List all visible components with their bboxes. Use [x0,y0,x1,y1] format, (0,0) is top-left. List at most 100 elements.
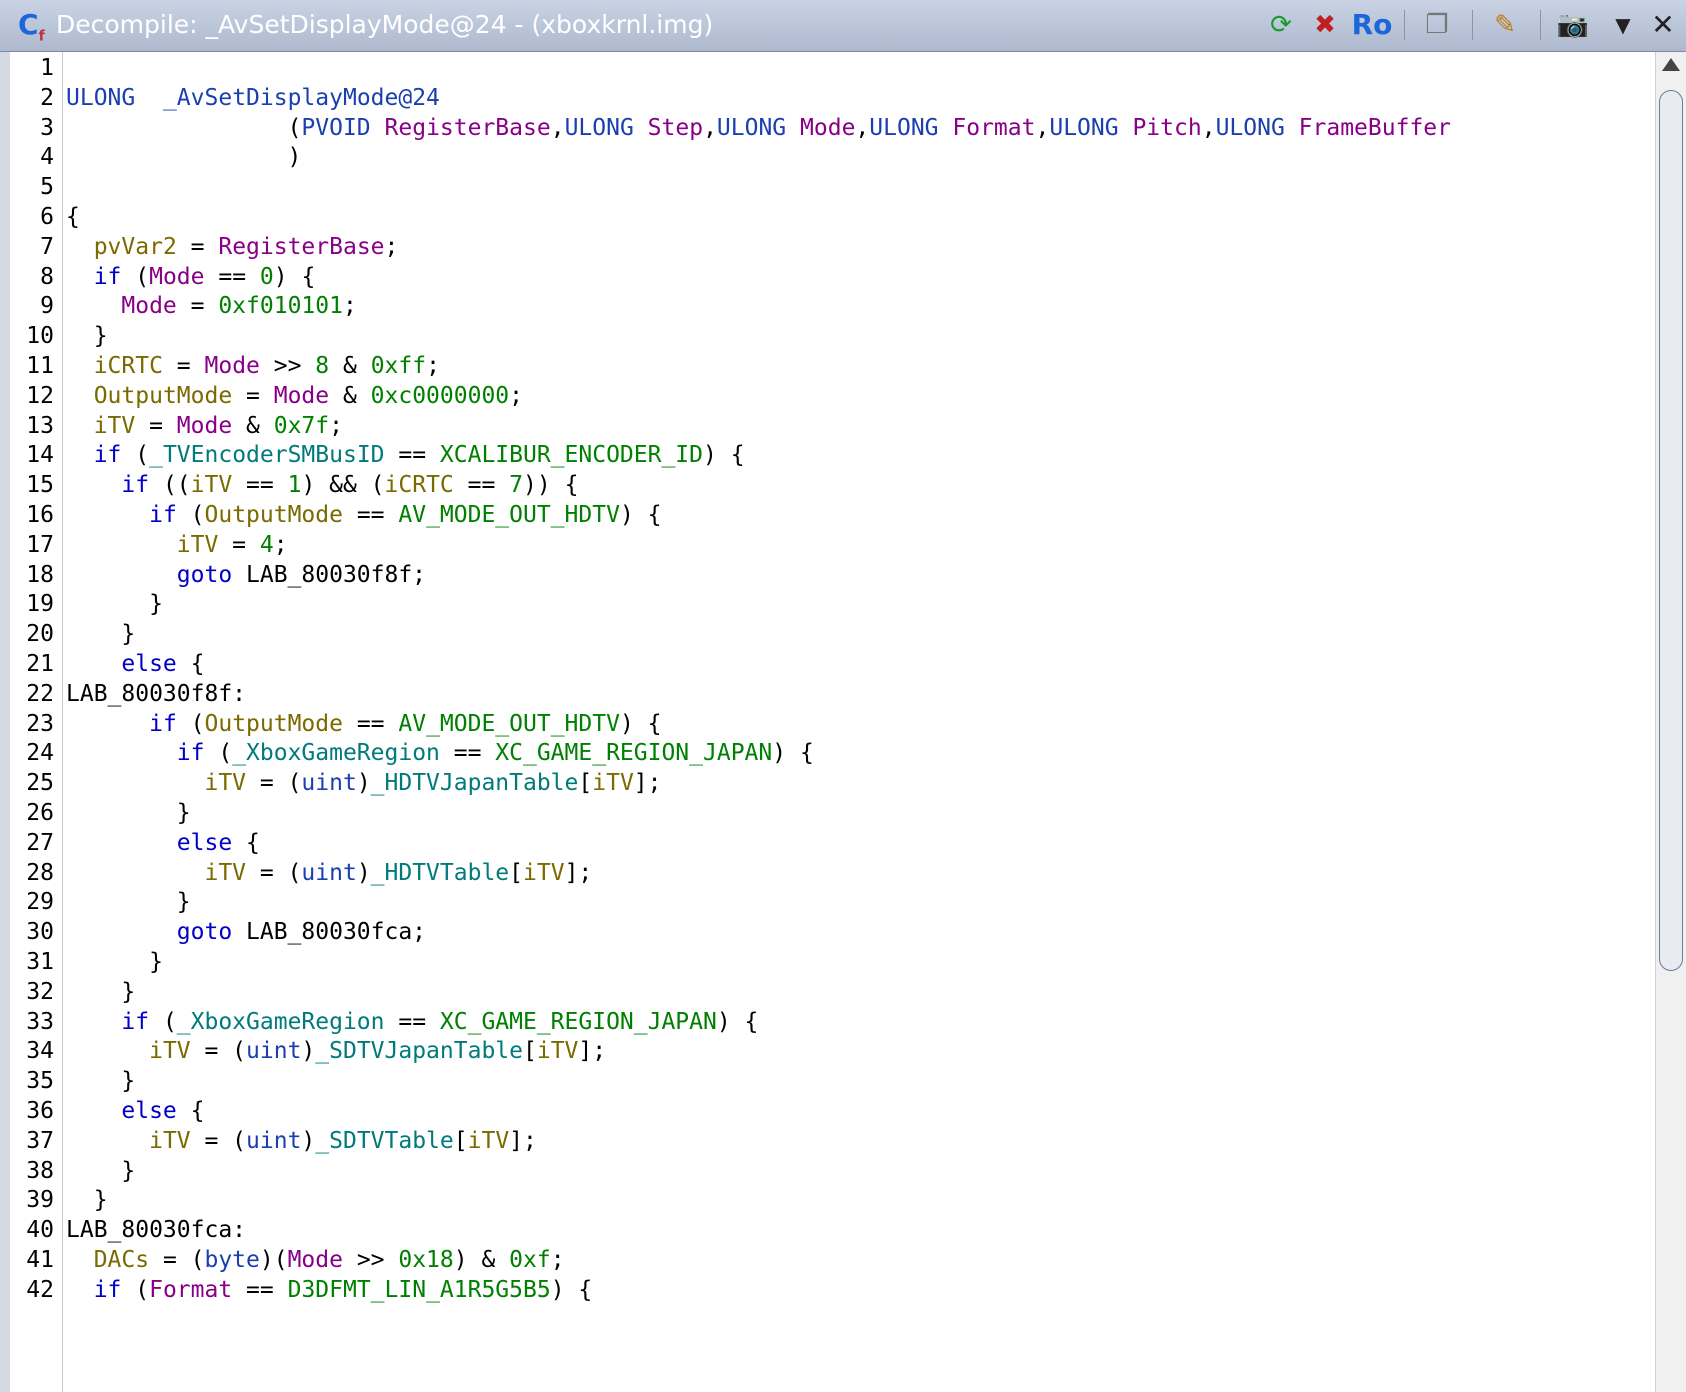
code-token[interactable]: Mode [274,383,329,409]
code-token[interactable]: iTV [204,860,246,886]
code-line[interactable]: if ((iTV == 1) && (iCRTC == 7)) { [66,469,578,501]
code-token[interactable]: uint [301,770,356,796]
code-line[interactable]: ULONG _AvSetDisplayMode@24 [66,82,440,114]
code-line[interactable]: } [66,946,163,978]
code-token[interactable]: byte [204,1247,259,1273]
code-token[interactable]: uint [301,860,356,886]
code-token[interactable]: iTV [537,1038,579,1064]
code-token[interactable]: XC_GAME_REGION_JAPAN [495,740,772,766]
code-token[interactable]: Step [648,115,703,141]
code-token[interactable]: 0xf [509,1247,551,1273]
code-token[interactable]: iTV [94,413,136,439]
code-token[interactable]: iCRTC [94,353,163,379]
code-token[interactable]: Format [952,115,1035,141]
code-token[interactable]: ULONG [1216,115,1285,141]
code-line[interactable]: { [66,201,80,233]
disable-snapshot-icon[interactable]: ✖ [1306,6,1344,44]
code-token[interactable]: XCALIBUR_ENCODER_ID [440,442,703,468]
code-token[interactable]: pvVar2 [94,234,177,260]
code-token[interactable]: 8 [315,353,329,379]
code-token[interactable]: 0x18 [398,1247,453,1273]
code-line[interactable]: } [66,976,135,1008]
code-line[interactable]: iTV = 4; [66,529,288,561]
code-token[interactable]: _XboxGameRegion [232,740,440,766]
code-token[interactable]: uint [246,1128,301,1154]
code-line[interactable]: OutputMode = Mode & 0xc0000000; [66,380,523,412]
code-line[interactable]: } [66,618,135,650]
code-token[interactable]: OutputMode [205,711,343,737]
code-line[interactable]: else { [66,1095,204,1127]
code-token[interactable]: ULONG [565,115,634,141]
code-token[interactable]: 0 [260,264,274,290]
code-line[interactable]: iCRTC = Mode >> 8 & 0xff; [66,350,440,382]
code-token[interactable]: _TVEncoderSMBusID [149,442,384,468]
code-token[interactable]: RegisterBase [385,115,551,141]
code-token[interactable]: Pitch [1132,115,1201,141]
code-token[interactable]: PVOID [301,115,370,141]
code-token[interactable]: iTV [177,532,219,558]
code-token[interactable]: Mode [177,413,232,439]
code-token[interactable]: iTV [468,1128,510,1154]
code-token[interactable]: DACs [94,1247,149,1273]
code-line[interactable]: LAB_80030f8f: [66,678,246,710]
code-token[interactable]: OutputMode [94,383,232,409]
code-token[interactable]: Mode [288,1247,343,1273]
code-token[interactable]: Format [149,1277,232,1303]
close-icon[interactable]: ✕ [1644,6,1682,44]
code-token[interactable]: ULONG [1049,115,1118,141]
code-token[interactable]: 0xff [371,353,426,379]
code-token[interactable]: _SDTVTable [315,1128,453,1154]
code-line[interactable]: if (Mode == 0) { [66,261,316,293]
code-line[interactable]: iTV = (uint)_HDTVJapanTable[iTV]; [66,767,661,799]
code-token[interactable]: iTV [523,860,565,886]
code-token[interactable]: 0x7f [274,413,329,439]
code-line[interactable]: } [66,320,108,352]
code-line[interactable]: Mode = 0xf010101; [66,290,356,322]
code-line[interactable]: else { [66,648,204,680]
code-token[interactable]: 4 [260,532,274,558]
code-token[interactable]: Mode [149,264,204,290]
code-token[interactable]: _HDTVTable [371,860,509,886]
code-line[interactable]: } [66,1184,108,1216]
code-token[interactable]: ULONG [869,115,938,141]
code-token[interactable]: 0xc0000000 [371,383,509,409]
code-token[interactable]: 7 [509,472,523,498]
code-line[interactable]: ) [66,141,302,173]
vertical-scrollbar[interactable] [1655,52,1686,1392]
decompiler-code-view[interactable]: 1 2 3 4 5 6 7 8 9 10 11 12 13 14 15 16 17 18 19 20 21 22 23 24 2… [0,52,1686,1392]
code-token[interactable]: iTV [204,770,246,796]
code-token[interactable]: AV_MODE_OUT_HDTV [398,502,620,528]
code-line[interactable]: (PVOID RegisterBase,ULONG Step,ULONG Mod… [66,112,1451,144]
code-line[interactable]: pvVar2 = RegisterBase; [66,231,399,263]
edit-icon[interactable]: ✎ [1486,6,1524,44]
code-line[interactable]: iTV = (uint)_SDTVJapanTable[iTV]; [66,1035,606,1067]
code-area[interactable]: ULONG _AvSetDisplayMode@24 (PVOID Regist… [62,52,1657,1392]
scrollbar-thumb[interactable] [1659,90,1683,972]
code-token[interactable]: ULONG [717,115,786,141]
refresh-icon[interactable]: ⟳ [1262,6,1300,44]
code-line[interactable]: iTV = (uint)_HDTVTable[iTV]; [66,857,592,889]
code-token[interactable]: iTV [149,1128,191,1154]
code-token[interactable]: iTV [592,770,634,796]
read-only-icon[interactable]: Ro [1350,6,1394,44]
code-token[interactable]: FrameBuffer [1299,115,1451,141]
code-token[interactable]: D3DFMT_LIN_A1R5G5B5 [288,1277,551,1303]
code-line[interactable]: } [66,797,191,829]
code-line[interactable]: DACs = (byte)(Mode >> 0x18) & 0xf; [66,1244,565,1276]
code-token[interactable]: iTV [191,472,233,498]
code-token[interactable]: _SDTVJapanTable [315,1038,523,1064]
scroll-up-arrow-icon[interactable] [1662,58,1680,71]
code-line[interactable]: iTV = Mode & 0x7f; [66,410,343,442]
code-token[interactable]: _XboxGameRegion [177,1009,385,1035]
code-line[interactable]: goto LAB_80030f8f; [66,559,426,591]
code-line[interactable]: if (OutputMode == AV_MODE_OUT_HDTV) { [66,499,661,531]
code-token[interactable]: uint [246,1038,301,1064]
code-line[interactable]: else { [66,827,260,859]
code-line[interactable]: if (_XboxGameRegion == XC_GAME_REGION_JA… [66,737,814,769]
code-token[interactable]: Mode [800,115,855,141]
code-line[interactable]: if (OutputMode == AV_MODE_OUT_HDTV) { [66,708,661,740]
code-token[interactable]: ULONG [66,85,135,111]
code-line[interactable]: if (_TVEncoderSMBusID == XCALIBUR_ENCODE… [66,439,745,471]
code-token[interactable]: Mode [121,293,176,319]
code-token[interactable]: _AvSetDisplayMode@24 [163,85,440,111]
